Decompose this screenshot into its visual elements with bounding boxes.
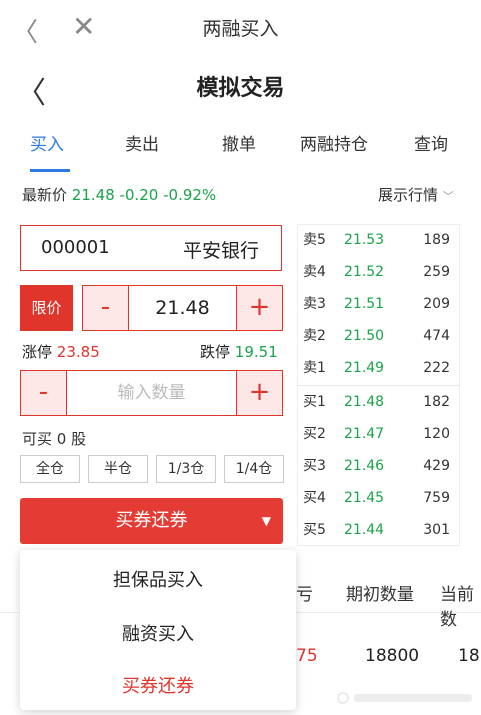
bid-volume: 429 [423,458,450,474]
bid-volume: 120 [423,426,450,442]
bid-volume: 301 [423,522,450,538]
ask-price: 21.52 [344,264,385,280]
dropdown-item-collateral-buy[interactable]: 担保品买入 [20,566,296,592]
trade-type-dropdown: 担保品买入 融资买入 买券还券 [20,550,296,710]
tab-buy[interactable]: 买入 [30,130,64,155]
show-quote-label: 展示行情 [378,186,439,204]
bid-price: 21.44 [344,522,385,538]
bid-level: 买5 [303,522,326,538]
bid-row: 买2 21.47 120 [297,418,460,450]
ask-row: 卖3 21.51 209 [297,288,460,320]
price-type-button[interactable]: 限价 [20,285,73,331]
price-minus-button[interactable]: - [83,286,129,330]
watermark-graphic [337,692,472,704]
watermark-logo [336,690,476,704]
bid-volume: 759 [423,490,450,506]
ask-row: 卖5 21.53 189 [297,224,460,256]
ask-level: 卖4 [303,264,326,280]
quantity-input[interactable]: 输入数量 [67,371,236,415]
limit-up-value: 23.85 [56,343,100,361]
bid-row: 买3 21.46 429 [297,450,460,482]
page-title: 模拟交易 [196,76,285,101]
table-cell-initial-qty: 18800 [365,646,420,666]
tab-cancel[interactable]: 撤单 [222,130,256,155]
ask-price: 21.49 [344,360,385,376]
half-position-button[interactable]: 半仓 [88,455,148,483]
trade-type-button[interactable]: 买券还券 ▼ [20,498,283,544]
top-bar-title: 两融买入 [202,18,279,40]
latest-price: 21.48 [71,186,115,204]
ask-level: 卖5 [303,232,326,248]
bid-volume: 182 [423,394,450,410]
stock-name: 平安银行 [182,240,259,262]
quantity-minus-button[interactable]: - [21,371,67,415]
bid-price: 21.47 [344,426,385,442]
ask-price: 21.51 [344,296,385,312]
ask-volume: 222 [423,360,450,376]
ask-volume: 474 [423,328,450,344]
limit-down: 跌停 19.51 [200,341,278,362]
table-header-initial-qty: 期初数量 [346,585,414,605]
ask-row: 卖1 21.49 222 [297,352,460,384]
trade-type-label: 买券还券 [115,510,188,531]
price-change-pct: -0.92% [163,186,217,204]
price-input[interactable]: 21.48 [129,286,236,330]
price-change: -0.20 [119,186,159,204]
full-position-button[interactable]: 全仓 [20,455,80,483]
bid-row: 买5 21.44 301 [297,514,460,546]
show-quote-toggle[interactable]: 展示行情 ﹀ [378,184,454,205]
quarter-position-button[interactable]: 1/4仓 [224,455,284,483]
bid-row: 买1 21.48 182 [297,386,460,418]
ask-price: 21.53 [344,232,385,248]
quantity-plus-button[interactable]: + [236,371,282,415]
top-bar: 〈 ✕ 两融买入 [0,0,481,52]
ask-row: 卖4 21.52 259 [297,256,460,288]
ask-volume: 189 [423,232,450,248]
dropdown-item-buy-to-cover[interactable]: 买券还券 [20,672,296,698]
stock-code: 000001 [41,237,110,258]
table-cell-current-qty: 18 [458,646,480,666]
third-position-button[interactable]: 1/3仓 [156,455,216,483]
bid-level: 买3 [303,458,326,474]
ask-volume: 209 [423,296,450,312]
stock-selector[interactable]: 000001 平安银行 [20,225,282,271]
bid-row: 买4 21.45 759 [297,482,460,514]
bid-price: 21.45 [344,490,385,506]
tab-active-indicator [30,169,70,172]
limit-up-label: 涨停 [22,343,53,361]
bid-price: 21.48 [344,394,385,410]
dropdown-item-margin-buy[interactable]: 融资买入 [20,620,296,646]
tab-sell[interactable]: 卖出 [125,130,159,155]
table-cell-pnl: 75 [296,646,318,666]
bid-price: 21.46 [344,458,385,474]
tab-margin-positions[interactable]: 两融持仓 [300,130,368,155]
limit-down-value: 19.51 [234,343,278,361]
price-stepper: - 21.48 + [82,285,283,331]
bid-level: 买1 [303,394,326,410]
table-header-current-qty: 当前数 [440,585,474,630]
caret-down-icon: ▼ [261,514,271,528]
ask-row: 卖2 21.50 474 [297,320,460,352]
quantity-stepper: - 输入数量 + [20,370,283,416]
limit-down-label: 跌停 [200,343,231,361]
latest-price-line: 最新价 21.48 -0.20 -0.92% [22,184,216,205]
limit-up: 涨停 23.85 [22,341,100,362]
ask-level: 卖2 [303,328,326,344]
ask-level: 卖3 [303,296,326,312]
ask-level: 卖1 [303,360,326,376]
latest-price-label: 最新价 [22,186,68,204]
price-plus-button[interactable]: + [236,286,282,330]
bid-level: 买2 [303,426,326,442]
nav-bar: 〈 模拟交易 [0,62,481,112]
ask-price: 21.50 [344,328,385,344]
tab-query[interactable]: 查询 [414,130,448,155]
buyable-quantity: 可买 0 股 [22,430,87,448]
bid-level: 买4 [303,490,326,506]
table-header-pnl: 亏 [296,585,313,605]
chevron-down-icon: ﹀ [442,190,454,203]
ask-volume: 259 [423,264,450,280]
